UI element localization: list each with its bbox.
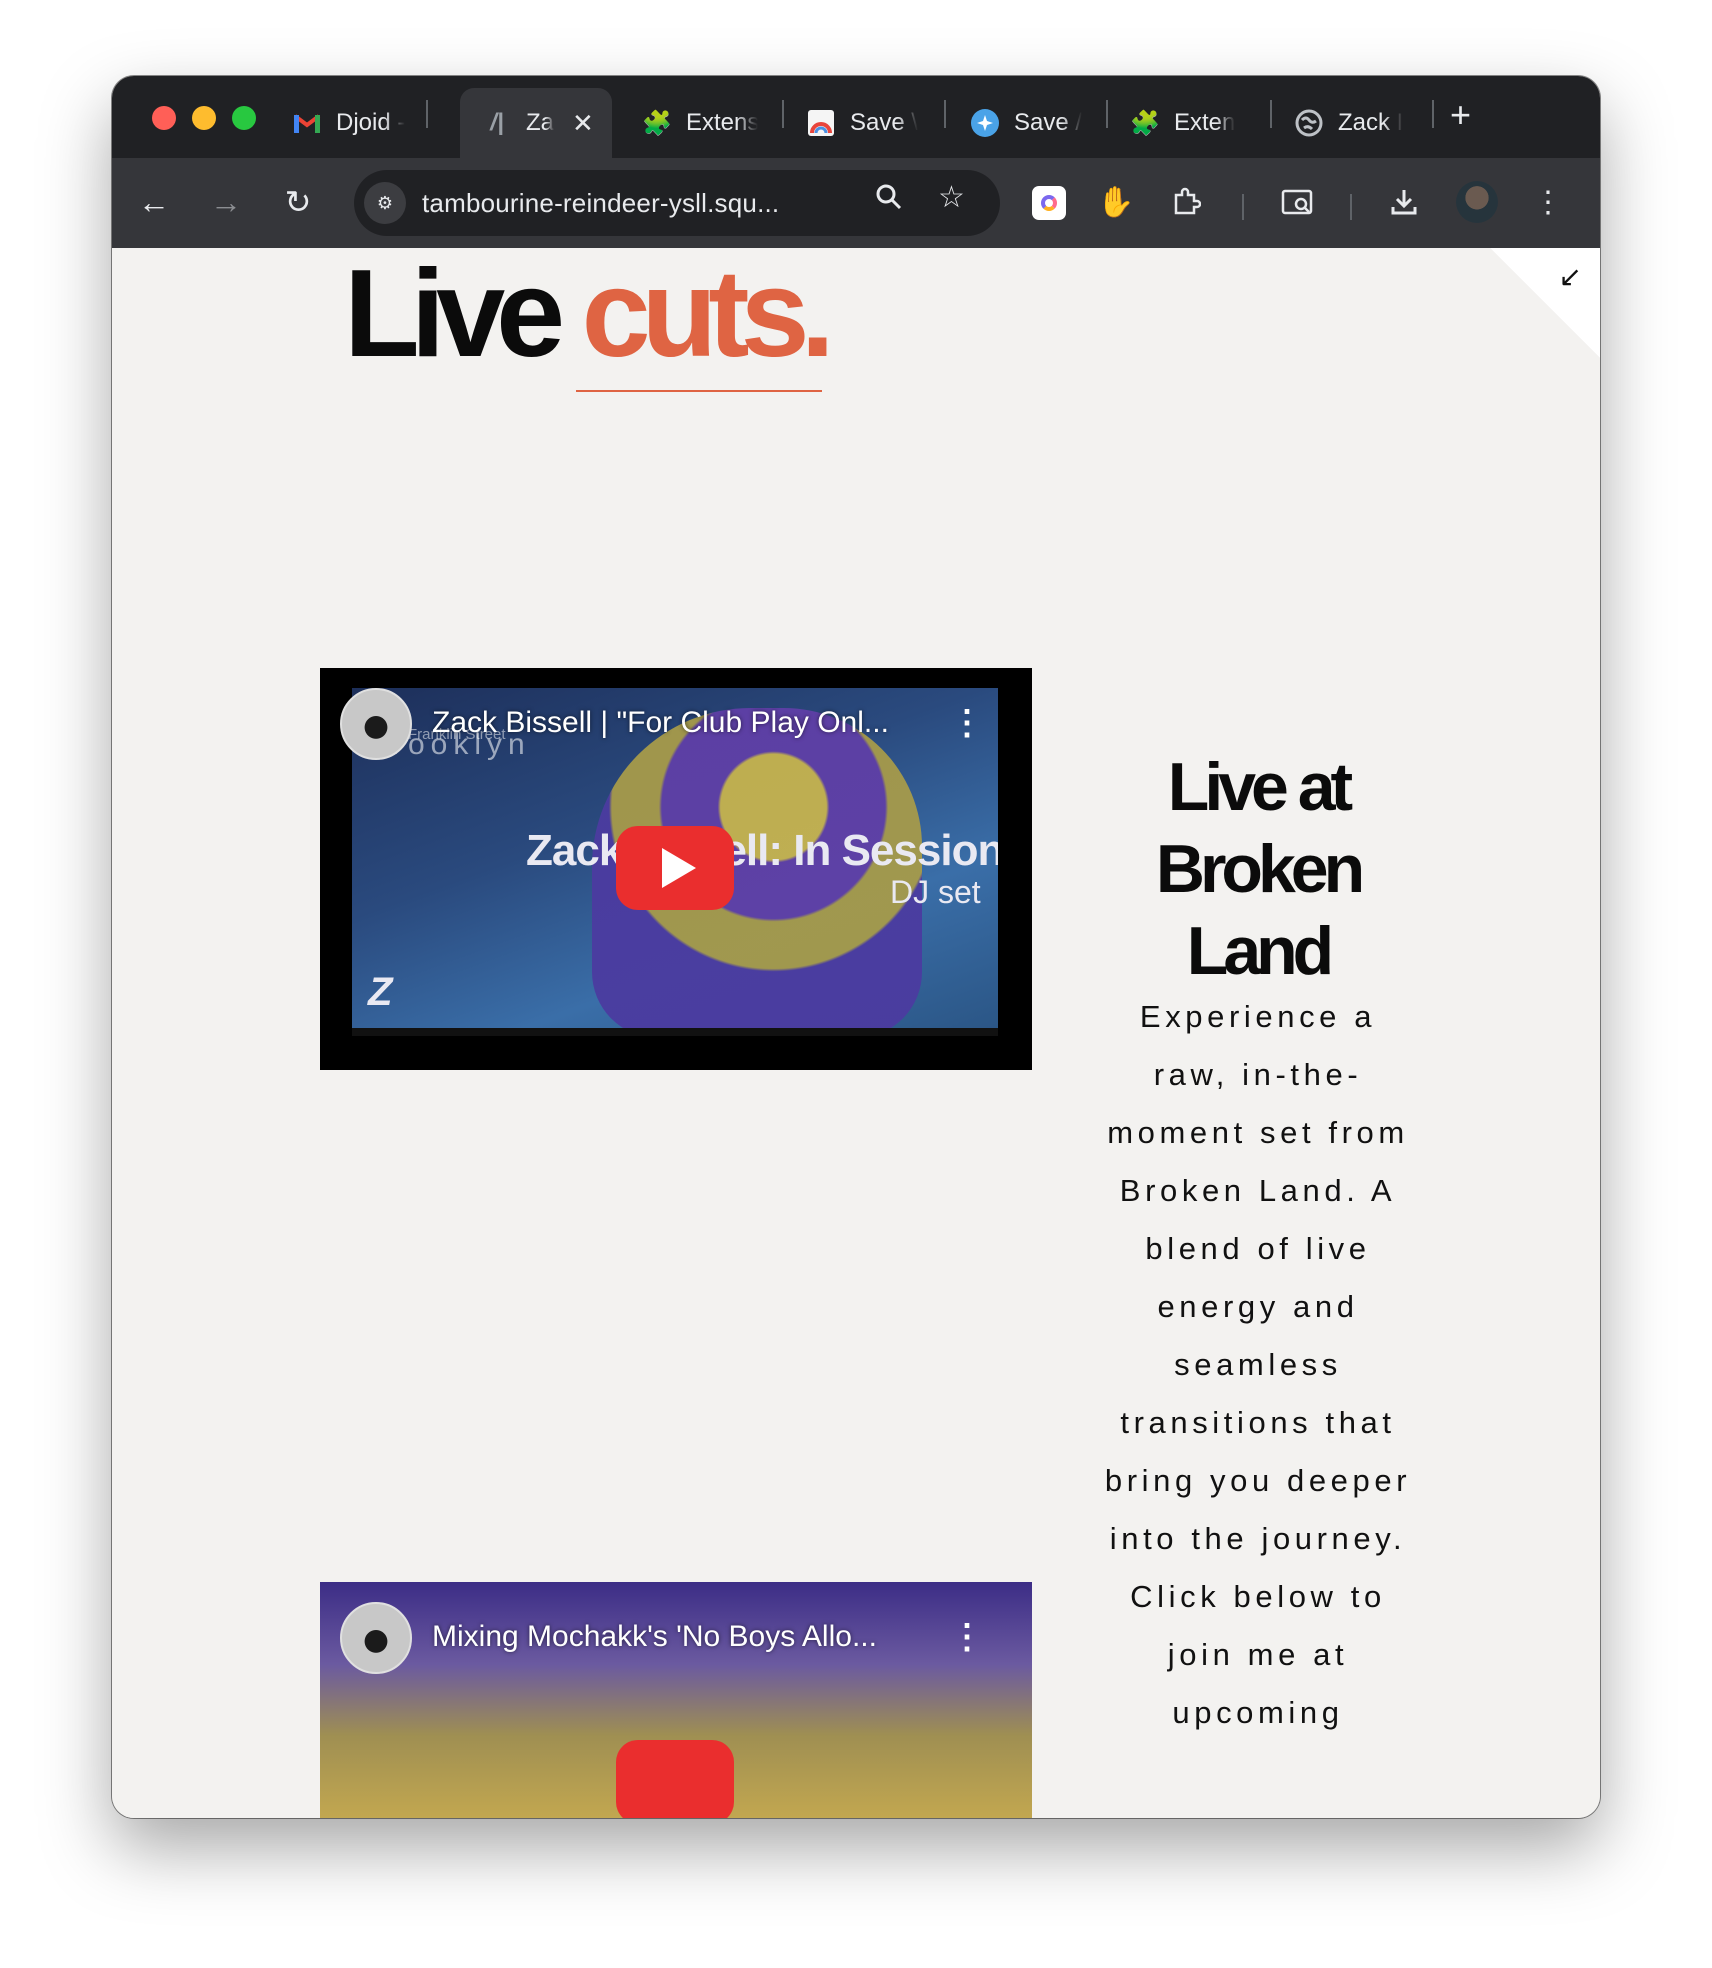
page-content: Live cuts. ↙ Brooklyn Franklin Street Za…	[112, 248, 1600, 1818]
address-bar[interactable]: ⚙ tambourine-reindeer-ysll.squ... ☆	[354, 170, 1000, 236]
maximize-window-button[interactable]	[232, 106, 256, 130]
tab-save-1[interactable]: Save \	[806, 88, 918, 158]
profile-avatar[interactable]	[1456, 181, 1498, 223]
thumbnail-session-text: Zack Bissell: In Session	[526, 826, 998, 875]
browser-window: Djoid - /| Za ✕ 🧩 Extens Save \ Save / 🧩…	[112, 76, 1600, 1818]
reload-icon[interactable]: ↻	[274, 178, 322, 226]
tab-zack-active[interactable]: /| Za ✕	[460, 88, 612, 158]
tab-separator	[426, 100, 428, 128]
tab-zack-2[interactable]: Zack I	[1294, 88, 1403, 158]
tab-separator	[782, 100, 784, 128]
title-underline	[576, 390, 822, 392]
download-icon[interactable]	[1382, 178, 1426, 226]
play-button-icon[interactable]	[616, 826, 734, 910]
tab-strip: Djoid - /| Za ✕ 🧩 Extens Save \ Save / 🧩…	[112, 76, 1600, 158]
tab-extensions-1[interactable]: 🧩 Extens	[642, 88, 758, 158]
z-logo-icon: Z	[368, 970, 393, 1014]
section-heading: Live at Broken Land	[1155, 749, 1365, 989]
site-settings-icon[interactable]: ⚙	[364, 182, 406, 224]
video-more-icon[interactable]: ⋮	[950, 706, 984, 740]
new-tab-button[interactable]: +	[1450, 94, 1471, 136]
minimize-window-button[interactable]	[192, 106, 216, 130]
tab-save-2[interactable]: Save /	[970, 88, 1082, 158]
back-arrow-icon[interactable]: ←	[130, 178, 178, 226]
page-corner-fold	[1490, 248, 1600, 358]
video-more-icon[interactable]: ⋮	[950, 1620, 984, 1654]
forward-arrow-icon[interactable]: →	[202, 178, 250, 226]
tab-gmail[interactable]: Djoid -	[292, 88, 405, 158]
gmail-icon	[292, 108, 322, 138]
url-text[interactable]: tambourine-reindeer-ysll.squ...	[422, 188, 779, 219]
puzzle-icon: 🧩	[1130, 109, 1160, 137]
tab-search-icon[interactable]	[1276, 178, 1320, 226]
tab-separator	[1432, 100, 1434, 128]
close-window-button[interactable]	[152, 106, 176, 130]
collapse-arrow-icon[interactable]: ↙	[1559, 260, 1582, 293]
video-title[interactable]: Zack Bissell | "For Club Play Onl...	[432, 706, 889, 740]
extensions-puzzle-icon[interactable]	[1164, 178, 1208, 226]
thumbnail-djset-text: DJ set	[890, 874, 981, 910]
page-title: Live cuts.	[344, 252, 835, 376]
tab-extensions-2[interactable]: 🧩 Exten	[1130, 88, 1235, 158]
video-embed-1[interactable]: Brooklyn Franklin Street Zack Bissell: I…	[320, 668, 1032, 1070]
save-extension-icon	[970, 108, 1000, 138]
close-tab-icon[interactable]: ✕	[572, 108, 594, 139]
tab-separator	[1106, 100, 1108, 128]
bookmark-star-icon[interactable]: ☆	[938, 180, 965, 215]
save-extension-icon	[806, 108, 836, 138]
tab-separator	[1270, 100, 1272, 128]
channel-avatar[interactable]	[340, 688, 412, 760]
channel-avatar[interactable]	[340, 1602, 412, 1674]
browser-toolbar: ← → ↻ ⚙ tambourine-reindeer-ysll.squ... …	[112, 158, 1600, 248]
puzzle-icon: 🧩	[642, 109, 672, 137]
globe-icon	[1294, 108, 1324, 138]
tab-separator	[944, 100, 946, 128]
zack-logo-icon: /|	[490, 109, 504, 136]
clickup-extension-icon[interactable]	[1032, 186, 1066, 220]
video-title[interactable]: Mixing Mochakk's 'No Boys Allo...	[432, 1620, 877, 1654]
video-embed-2[interactable]: Mixing Mochakk's 'No Boys Allo... ⋮	[320, 1582, 1032, 1818]
toolbar-separator	[1350, 194, 1352, 220]
section-description: Experience a raw, in-the-moment set from…	[1104, 999, 1412, 1730]
hand-extension-icon[interactable]: ✋	[1094, 178, 1138, 226]
play-button-icon[interactable]	[616, 1740, 734, 1818]
toolbar-separator	[1242, 194, 1244, 220]
page-title-accent: cuts.	[581, 248, 835, 383]
video-progress-bar	[352, 1028, 998, 1036]
zoom-icon[interactable]	[874, 182, 904, 220]
more-menu-icon[interactable]: ⋮	[1526, 178, 1570, 226]
